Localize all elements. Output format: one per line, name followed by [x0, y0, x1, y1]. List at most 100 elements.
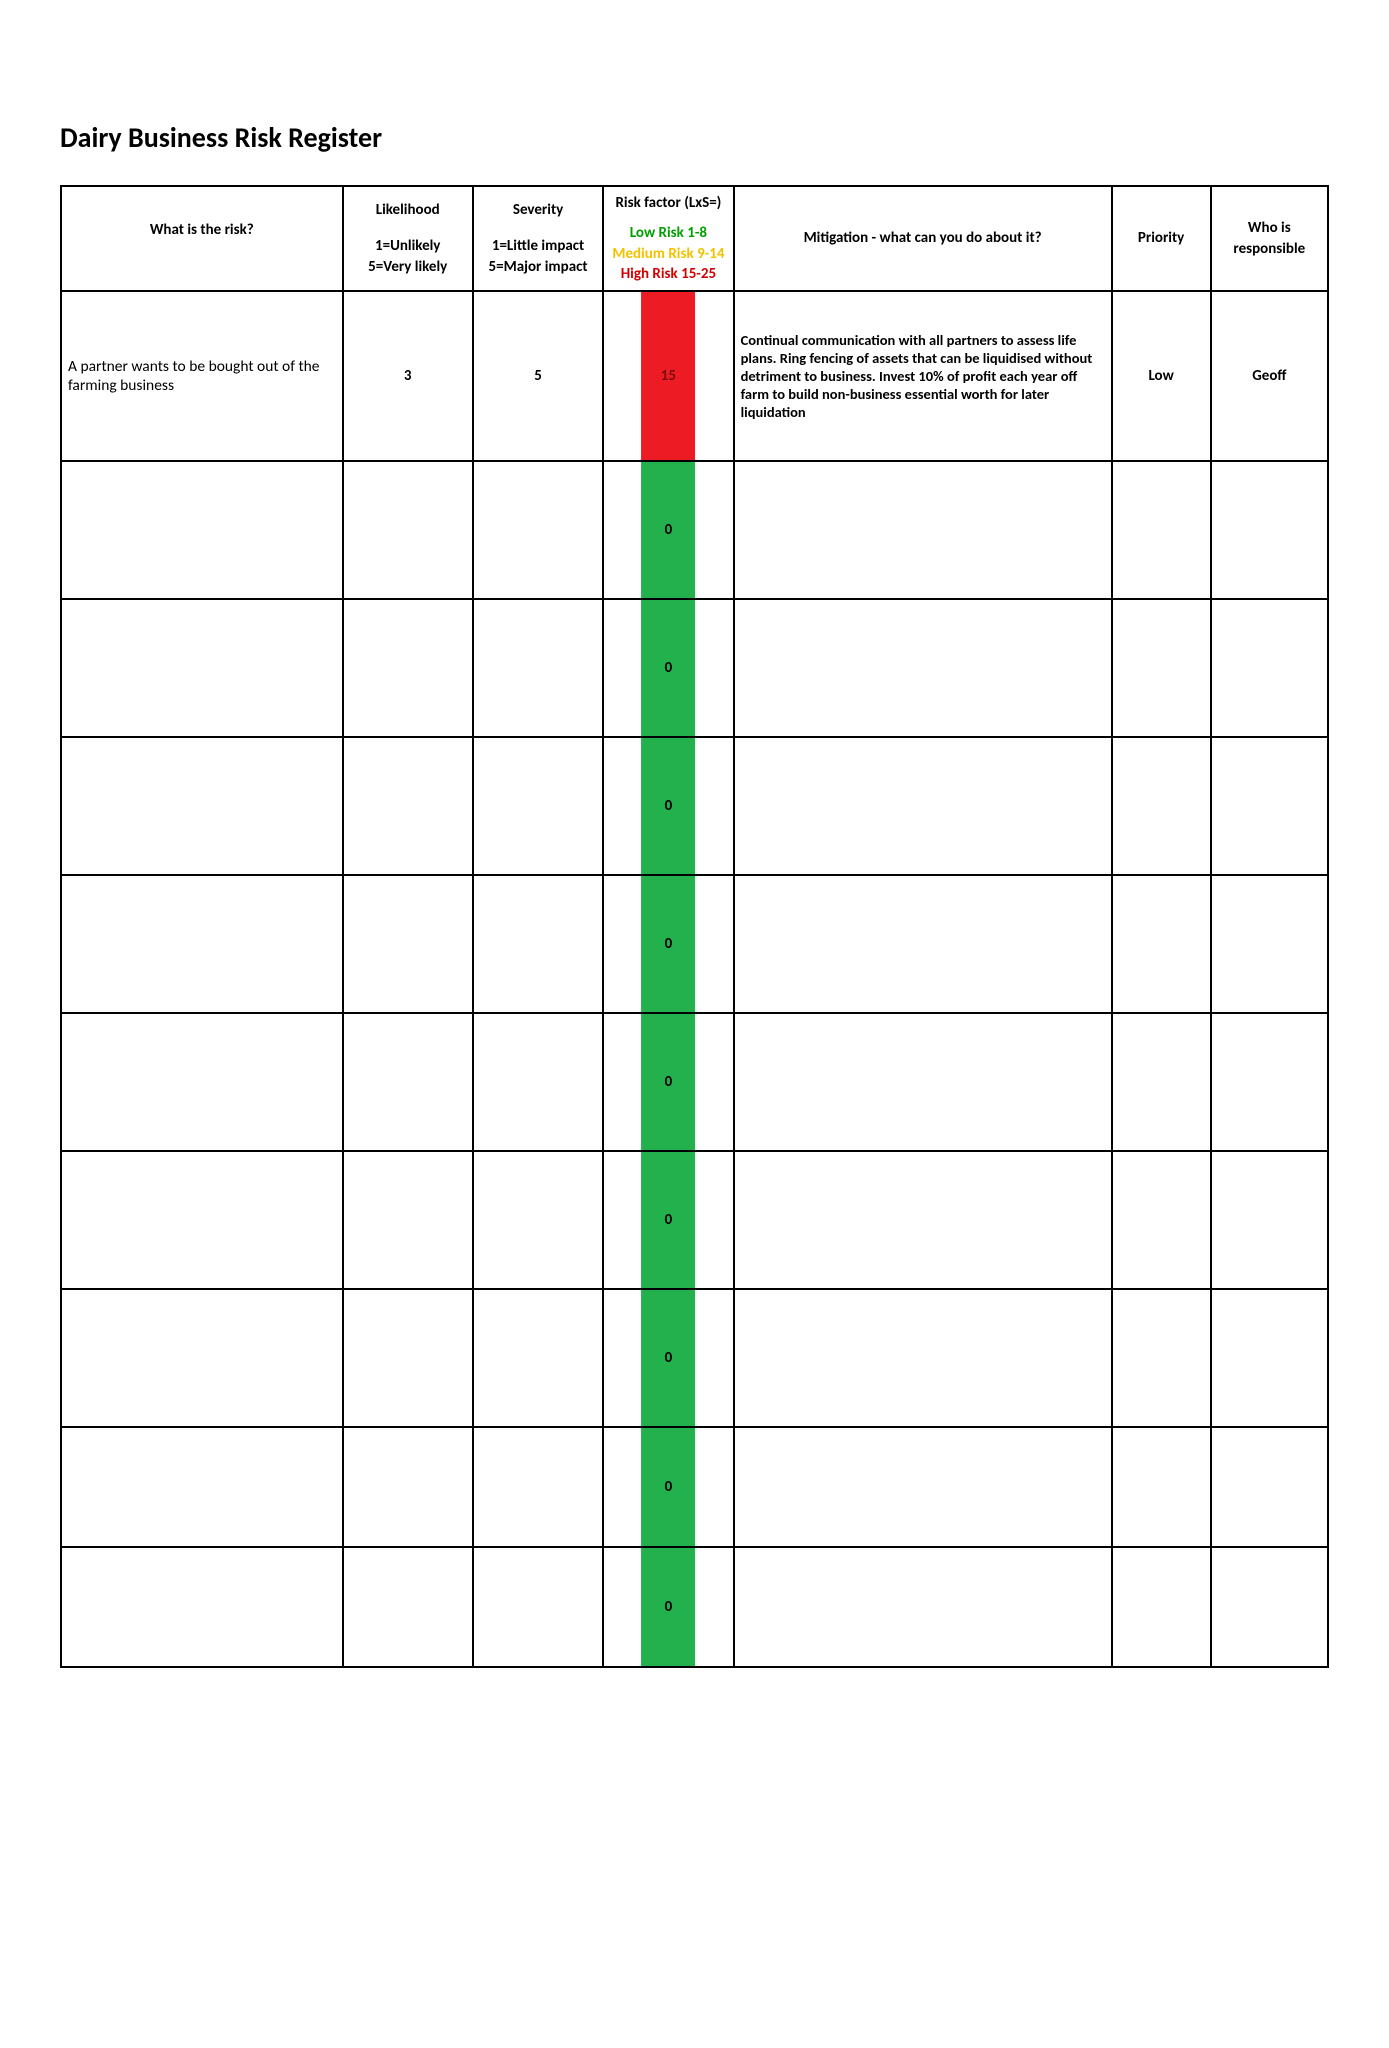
cell-responsible	[1211, 1151, 1328, 1289]
cell-likelihood: 3	[343, 291, 473, 461]
header-risk-label: What is the risk?	[68, 220, 336, 240]
cell-responsible	[1211, 1427, 1328, 1547]
header-riskfactor-med: Medium Risk 9-14	[612, 245, 724, 263]
riskfactor-band: 15	[641, 292, 695, 460]
header-likelihood: Likelihood 1=Unlikely 5=Very likely	[343, 186, 473, 291]
riskfactor-band: 0	[641, 1428, 695, 1546]
cell-responsible	[1211, 1013, 1328, 1151]
risk-register-table: What is the risk? Likelihood 1=Unlikely …	[60, 185, 1329, 1668]
cell-likelihood	[343, 737, 473, 875]
cell-priority	[1112, 1427, 1211, 1547]
riskfactor-band: 0	[641, 600, 695, 736]
table-row: 0	[61, 599, 1328, 737]
cell-priority	[1112, 1547, 1211, 1667]
table-row: A partner wants to be bought out of the …	[61, 291, 1328, 461]
cell-risk	[61, 737, 343, 875]
cell-severity	[473, 875, 603, 1013]
cell-likelihood	[343, 1151, 473, 1289]
cell-priority	[1112, 1151, 1211, 1289]
header-likelihood-main: Likelihood	[350, 200, 466, 220]
cell-mitigation	[734, 1427, 1112, 1547]
table-row: 0	[61, 1547, 1328, 1667]
table-row: 0	[61, 737, 1328, 875]
cell-mitigation	[734, 461, 1112, 599]
cell-priority	[1112, 1289, 1211, 1427]
cell-mitigation	[734, 1547, 1112, 1667]
cell-riskfactor: 15	[603, 291, 733, 461]
cell-likelihood	[343, 1427, 473, 1547]
cell-responsible	[1211, 599, 1328, 737]
cell-riskfactor: 0	[603, 599, 733, 737]
cell-mitigation	[734, 1013, 1112, 1151]
header-riskfactor-main: Risk factor (LxS=)	[610, 193, 726, 213]
cell-riskfactor: 0	[603, 1427, 733, 1547]
header-riskfactor: Risk factor (LxS=) Low Risk 1-8 Medium R…	[603, 186, 733, 291]
cell-risk	[61, 599, 343, 737]
cell-risk	[61, 1289, 343, 1427]
table-row: 0	[61, 1013, 1328, 1151]
riskfactor-band: 0	[641, 1152, 695, 1288]
header-severity: Severity 1=Little impact 5=Major impact	[473, 186, 603, 291]
cell-responsible	[1211, 737, 1328, 875]
header-riskfactor-high: High Risk 15-25	[621, 265, 716, 283]
cell-priority	[1112, 1013, 1211, 1151]
cell-mitigation	[734, 875, 1112, 1013]
header-responsible: Who is responsible	[1211, 186, 1328, 291]
cell-risk: A partner wants to be bought out of the …	[61, 291, 343, 461]
cell-likelihood	[343, 875, 473, 1013]
cell-riskfactor: 0	[603, 461, 733, 599]
cell-riskfactor: 0	[603, 1547, 733, 1667]
cell-mitigation: Continual communication with all partner…	[734, 291, 1112, 461]
cell-riskfactor: 0	[603, 1013, 733, 1151]
riskfactor-band: 0	[641, 1014, 695, 1150]
cell-likelihood	[343, 1013, 473, 1151]
header-risk: What is the risk?	[61, 186, 343, 291]
cell-responsible	[1211, 1547, 1328, 1667]
cell-severity	[473, 737, 603, 875]
cell-severity	[473, 1151, 603, 1289]
table-body: A partner wants to be bought out of the …	[61, 291, 1328, 1667]
cell-responsible	[1211, 461, 1328, 599]
cell-severity	[473, 1427, 603, 1547]
cell-priority	[1112, 599, 1211, 737]
header-priority: Priority	[1112, 186, 1211, 291]
cell-likelihood	[343, 599, 473, 737]
cell-severity	[473, 599, 603, 737]
cell-priority	[1112, 461, 1211, 599]
cell-severity	[473, 1013, 603, 1151]
cell-riskfactor: 0	[603, 1289, 733, 1427]
riskfactor-band: 0	[641, 462, 695, 598]
cell-mitigation	[734, 737, 1112, 875]
cell-priority	[1112, 737, 1211, 875]
cell-responsible	[1211, 875, 1328, 1013]
header-mitigation: Mitigation - what can you do about it?	[734, 186, 1112, 291]
table-row: 0	[61, 1151, 1328, 1289]
cell-risk	[61, 1013, 343, 1151]
cell-mitigation	[734, 1151, 1112, 1289]
riskfactor-band: 0	[641, 738, 695, 874]
table-row: 0	[61, 461, 1328, 599]
header-riskfactor-low: Low Risk 1-8	[630, 224, 707, 242]
cell-mitigation	[734, 599, 1112, 737]
table-row: 0	[61, 1289, 1328, 1427]
header-likelihood-sub2: 5=Very likely	[350, 257, 466, 277]
riskfactor-band: 0	[641, 1290, 695, 1426]
cell-likelihood	[343, 461, 473, 599]
cell-mitigation	[734, 1289, 1112, 1427]
header-likelihood-sub1: 1=Unlikely	[350, 236, 466, 256]
table-row: 0	[61, 1427, 1328, 1547]
cell-priority	[1112, 875, 1211, 1013]
cell-severity	[473, 461, 603, 599]
page-title: Dairy Business Risk Register	[60, 120, 1329, 155]
header-severity-main: Severity	[480, 200, 596, 220]
cell-risk	[61, 1151, 343, 1289]
cell-risk	[61, 875, 343, 1013]
riskfactor-band: 0	[641, 1548, 695, 1666]
cell-riskfactor: 0	[603, 1151, 733, 1289]
cell-risk	[61, 1547, 343, 1667]
cell-priority: Low	[1112, 291, 1211, 461]
cell-likelihood	[343, 1289, 473, 1427]
table-row: 0	[61, 875, 1328, 1013]
riskfactor-band: 0	[641, 876, 695, 1012]
cell-risk	[61, 1427, 343, 1547]
